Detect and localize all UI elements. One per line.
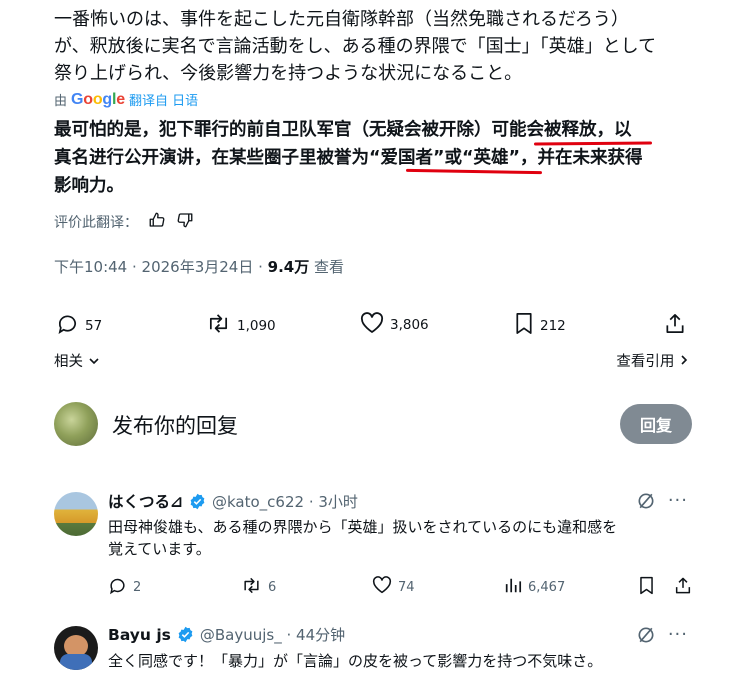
translation-byline: 由 Google 翻译自 日语 [54,90,198,110]
translate-source-link[interactable]: 翻译自 日语 [129,90,198,109]
bookmark-count: 212 [540,317,566,334]
reply-action-bar: 2 6 74 6,467 [108,576,693,596]
share-icon [674,576,692,599]
like-count: 74 [398,579,415,595]
repost-count: 1,090 [237,317,276,334]
post-action-bar: 57 1,090 3,806 212 [56,312,690,336]
reply-count: 57 [85,317,103,334]
view-quotes-label: 查看引用 [616,354,675,370]
original-post-text: 一番怖いのは、事件を起こした元自衛隊幹部（当然免職されるだろう） が、釈放後に実… [54,6,714,87]
chevron-right-icon [679,354,689,370]
chevron-down-icon [88,354,100,370]
repost-action[interactable]: 6 [241,576,276,599]
related-dropdown[interactable]: 相关 [54,350,100,371]
verified-badge-icon [189,493,206,510]
verified-badge-icon [177,626,194,643]
reply-text-line: 全く同感です！「暴力」が「言論」の皮を被って影響力を持つ不気味さ。 [108,652,603,670]
post-timestamp[interactable]: 下午10:44 · 2026年3月24日 · [54,258,268,276]
thumbs-down-icon[interactable] [176,211,194,233]
avatar[interactable] [54,492,98,536]
translated-post-text: 最可怕的是，犯下罪行的前自卫队军官（无疑会被开除）可能会被释放，以 真名进行公开… [54,116,714,200]
bookmark-action[interactable] [638,576,655,599]
heart-icon [372,576,392,598]
views-count: 9.4万 [267,258,310,276]
share-action[interactable] [664,312,686,339]
reply-author-name[interactable]: Bayu js [108,626,171,644]
original-line: 一番怖いのは、事件を起こした元自衛隊幹部（当然免職されるだろう） [54,9,629,30]
thumbs-up-icon[interactable] [148,211,166,233]
rate-translation: 评价此翻译： [54,211,194,233]
reply-icon [108,576,127,599]
reply-action[interactable]: 2 [108,576,141,599]
reply-text-line: 覚えています。 [108,540,211,558]
reply-author-name[interactable]: はくつる⊿ [108,490,183,512]
avatar[interactable] [54,626,98,670]
translation-line: 最可怕的是，犯下罪行的前自卫队军官（无疑会被开除）可能会被释放，以 [54,120,632,140]
reply-header: はくつる⊿ @kato_c622 · 3小时 [108,490,358,512]
reply-tweet[interactable]: Bayu js @Bayuujs_ · 44分钟 ··· 全く同感です！「暴力」… [54,624,694,684]
like-action[interactable]: 3,806 [360,312,429,338]
repost-icon [206,312,231,339]
original-line: 祭り上げられ、今後影響力を持つような状況になること。 [54,63,523,84]
repost-icon [241,576,262,599]
bookmark-icon [514,312,534,339]
reply-icon [56,312,79,339]
more-options-icon[interactable]: ··· [668,490,688,511]
share-action[interactable] [674,576,692,599]
translation-line: 影响力。 [54,176,124,196]
bookmark-icon [638,576,655,599]
bookmark-action[interactable]: 212 [514,312,566,339]
avatar [54,402,98,446]
analytics-icon [504,576,522,598]
reply-count: 2 [133,580,142,595]
more-options-icon[interactable]: ··· [668,624,688,645]
translation-line: 真名进行公开演讲，在某些圈子里被誉为“爱国者”或“英雄”，并在未来获得 [54,148,643,168]
reply-tweet[interactable]: はくつる⊿ @kato_c622 · 3小时 ··· 田母神俊雄も、ある種の界隈… [54,490,694,602]
grok-icon[interactable] [636,491,656,515]
reply-text-line: 田母神俊雄も、ある種の界隈から「英雄」扱いをされているのにも違和感を [108,518,618,536]
repost-count: 6 [268,580,277,595]
rate-translation-label: 评价此翻译： [54,215,138,231]
reply-composer: 发布你的回复 回复 [54,400,692,448]
translated-by-label: 由 [54,94,68,109]
google-logo: Google [71,90,125,108]
reply-author-handle[interactable]: @Bayuujs_ · 44分钟 [200,624,345,645]
related-label: 相关 [54,354,83,370]
views-count: 6,467 [528,579,566,595]
reply-text: 全く同感です！「暴力」が「言論」の皮を被って影響力を持つ不気味さ。 [108,650,698,672]
grok-icon[interactable] [636,625,656,649]
reply-action[interactable]: 57 [56,312,102,339]
views-label: 查看 [309,258,345,276]
like-action[interactable]: 74 [372,576,415,598]
like-count: 3,806 [390,317,429,333]
share-icon [664,312,686,339]
heart-icon [360,312,384,338]
view-quotes-link[interactable]: 查看引用 [616,350,689,371]
reply-header: Bayu js @Bayuujs_ · 44分钟 [108,624,345,645]
reply-text: 田母神俊雄も、ある種の界隈から「英雄」扱いをされているのにも違和感を 覚えていま… [108,516,698,560]
reply-input[interactable]: 发布你的回复 [112,410,238,440]
repost-action[interactable]: 1,090 [206,312,276,339]
post-metadata: 下午10:44 · 2026年3月24日 · 9.4万 查看 [54,256,344,277]
views-action[interactable]: 6,467 [504,576,565,598]
original-line: が、釈放後に実名で言論活動をし、ある種の界隈で「国士」「英雄」として [54,36,657,57]
reply-author-handle[interactable]: @kato_c622 · 3小时 [212,491,358,512]
reply-button[interactable]: 回复 [620,404,692,444]
